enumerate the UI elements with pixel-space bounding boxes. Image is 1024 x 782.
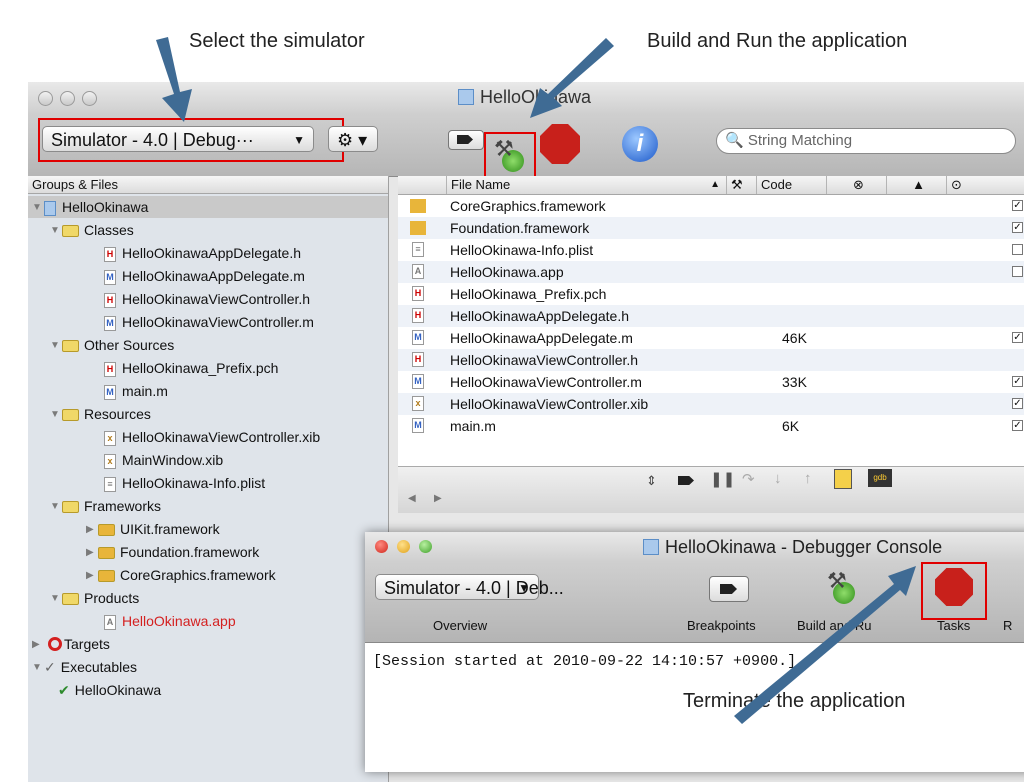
arrow-build-and-run <box>530 38 614 118</box>
annotation-arrows <box>156 37 916 724</box>
arrow-select-simulator <box>156 37 192 122</box>
arrow-terminate <box>734 566 916 724</box>
